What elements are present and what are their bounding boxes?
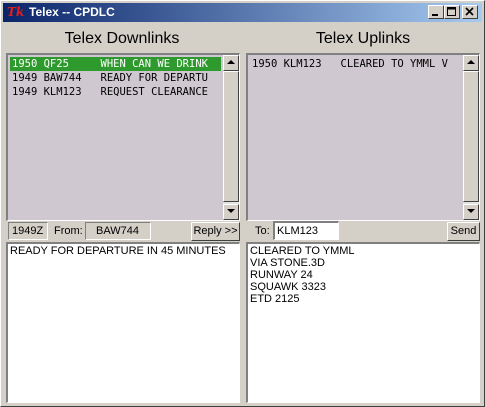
scroll-up-button[interactable]	[223, 55, 239, 71]
uplink-message-text[interactable]: CLEARED TO YMML VIA STONE.3D RUNWAY 24 S…	[246, 242, 480, 403]
arrow-up-icon	[227, 60, 235, 64]
maximize-button[interactable]	[444, 5, 460, 19]
minimize-icon	[432, 14, 438, 16]
list-item[interactable]: 1950 KLM123 CLEARED TO YMML V	[250, 57, 461, 71]
window-title: Telex -- CPDLC	[29, 5, 115, 19]
uplinks-scrollbar[interactable]	[463, 55, 479, 220]
arrow-down-icon	[467, 209, 475, 213]
to-input[interactable]: KLM123	[273, 221, 339, 240]
downlink-time: 1949Z	[8, 222, 48, 240]
scroll-down-button[interactable]	[223, 204, 239, 220]
scroll-thumb[interactable]	[463, 71, 479, 202]
scroll-down-button[interactable]	[463, 204, 479, 220]
from-label: From:	[54, 225, 83, 237]
list-item[interactable]: 1949 BAW744 READY FOR DEPARTU	[10, 71, 221, 85]
reply-button[interactable]: Reply >>	[191, 222, 240, 241]
downlinks-title: Telex Downlinks	[64, 30, 180, 47]
uplinks-list[interactable]: 1950 KLM123 CLEARED TO YMML V	[246, 53, 480, 221]
uplinks-title: Telex Uplinks	[315, 30, 411, 47]
uplinks-rows: 1950 KLM123 CLEARED TO YMML V	[250, 57, 461, 71]
to-label: To:	[255, 225, 270, 237]
close-button[interactable]	[462, 5, 478, 19]
list-item[interactable]: 1949 KLM123 REQUEST CLEARANCE	[10, 85, 221, 99]
telex-window: Tk Telex -- CPDLC Telex Downlinks 1950 Q…	[0, 0, 485, 407]
pane-divider[interactable]	[242, 23, 245, 405]
maximize-icon	[447, 7, 456, 16]
title-bar[interactable]: Tk Telex -- CPDLC	[3, 3, 482, 22]
from-value: BAW744	[85, 222, 151, 240]
downlink-message-text[interactable]: READY FOR DEPARTURE IN 45 MINUTES	[6, 242, 240, 403]
downlinks-scrollbar[interactable]	[223, 55, 239, 220]
arrow-down-icon	[227, 209, 235, 213]
list-item[interactable]: 1950 QF25 WHEN CAN WE DRINK	[10, 57, 221, 71]
close-icon	[465, 7, 474, 16]
tk-app-icon: Tk	[7, 5, 25, 19]
arrow-up-icon	[467, 60, 475, 64]
scroll-thumb[interactable]	[223, 71, 239, 202]
downlinks-list[interactable]: 1950 QF25 WHEN CAN WE DRINK 1949 BAW744 R…	[6, 53, 240, 221]
send-button[interactable]: Send	[447, 222, 480, 241]
scroll-up-button[interactable]	[463, 55, 479, 71]
minimize-button[interactable]	[428, 5, 444, 19]
downlinks-rows: 1950 QF25 WHEN CAN WE DRINK 1949 BAW744 R…	[10, 57, 221, 99]
